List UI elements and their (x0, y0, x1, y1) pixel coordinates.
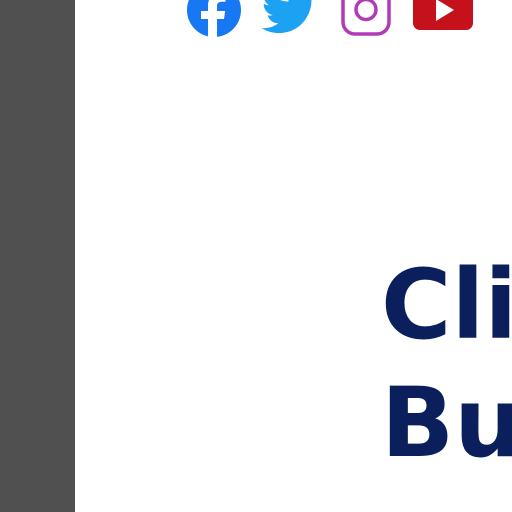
facebook-icon (187, 0, 241, 38)
facebook-link[interactable] (186, 0, 242, 38)
social-links (0, 0, 512, 40)
left-sidebar (0, 0, 75, 512)
page-heading: Cli Bu (381, 246, 512, 482)
instagram-link[interactable] (340, 0, 394, 36)
youtube-link[interactable] (412, 0, 474, 32)
twitter-link[interactable] (262, 0, 318, 38)
youtube-icon (413, 0, 473, 30)
instagram-icon (341, 0, 391, 36)
twitter-icon (262, 0, 312, 34)
heading-line-1: Cli (381, 249, 512, 361)
heading-line-2: Bu (381, 367, 512, 479)
